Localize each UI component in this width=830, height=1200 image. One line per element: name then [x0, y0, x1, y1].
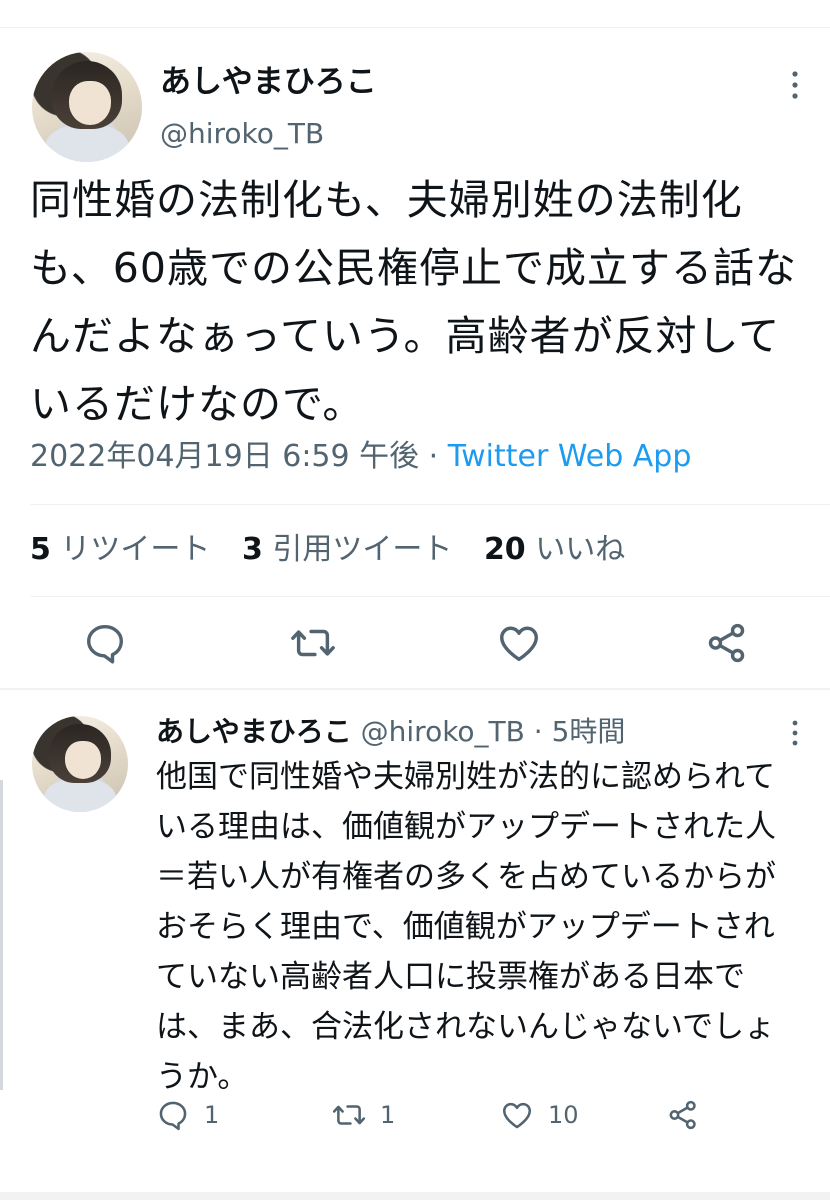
retweet-icon: [332, 1105, 366, 1125]
reply-display-name[interactable]: あしやまひろこ: [156, 715, 352, 748]
reply-actions: 1 1 10: [156, 1098, 716, 1138]
meta-separator: ·: [419, 439, 448, 474]
reply-retweet-button[interactable]: 1: [332, 1098, 395, 1132]
reply-reply-button[interactable]: 1: [156, 1098, 219, 1132]
reply-separator: ·: [524, 715, 552, 748]
likes-stat[interactable]: 20 いいね: [484, 532, 625, 567]
avatar[interactable]: [32, 52, 142, 162]
thread-separator: [0, 688, 830, 690]
like-icon: [502, 1102, 532, 1129]
reply-avatar[interactable]: [32, 716, 128, 812]
retweet-icon[interactable]: [290, 620, 336, 666]
reply-text: 他国で同性婚や夫婦別姓が法的に認められている理由は、価値観がアップデートされた人…: [156, 759, 776, 1095]
divider: [30, 504, 830, 505]
likes-label: いいね: [535, 532, 626, 567]
reply-like-count: 10: [548, 1101, 579, 1129]
quotes-stat[interactable]: 3 引用ツイート: [242, 532, 452, 567]
quotes-label: 引用ツイート: [272, 532, 453, 567]
share-icon: [669, 1100, 696, 1130]
reply-more-icon[interactable]: [780, 718, 810, 748]
tweet-text: 同性婚の法制化も、夫婦別姓の法制化も、60歳での公民権停止で成立する話なんだよな…: [30, 176, 797, 428]
retweets-count: 5: [30, 532, 51, 567]
tweet-meta: 2022年04月19日 6:59 午後 · Twitter Web App: [30, 436, 691, 478]
reply-handle[interactable]: @hiroko_TB: [361, 715, 525, 748]
retweets-label: リツイート: [60, 532, 211, 567]
divider: [30, 596, 830, 597]
reply-icon: [159, 1101, 187, 1131]
bottom-bar: [0, 1192, 830, 1200]
share-icon[interactable]: [704, 620, 750, 666]
reply-icon[interactable]: [82, 620, 128, 666]
tweet-timestamp[interactable]: 2022年04月19日 6:59 午後: [30, 439, 419, 474]
tweet-stats: 5 リツイート 3 引用ツイート 20 いいね: [30, 528, 647, 572]
tweet-source-link[interactable]: Twitter Web App: [448, 439, 692, 474]
reply-reply-count: 1: [204, 1101, 220, 1129]
top-divider: [0, 27, 830, 28]
quotes-count: 3: [241, 532, 263, 567]
reply-like-button[interactable]: 10: [500, 1098, 579, 1132]
retweets-stat[interactable]: 5 リツイート: [30, 532, 210, 567]
like-icon[interactable]: [496, 620, 542, 666]
user-handle[interactable]: @hiroko_TB: [160, 116, 324, 152]
reply-share-button[interactable]: [666, 1098, 714, 1132]
reply-retweet-count: 1: [380, 1101, 396, 1129]
reply-header: あしやまひろこ @hiroko_TB · 5時間: [156, 712, 625, 752]
more-icon[interactable]: [780, 68, 810, 102]
reply-time[interactable]: 5時間: [552, 715, 626, 748]
likes-count: 20: [483, 532, 526, 567]
scroll-edge: [0, 780, 3, 1090]
display-name[interactable]: あしやまひろこ: [160, 62, 377, 102]
